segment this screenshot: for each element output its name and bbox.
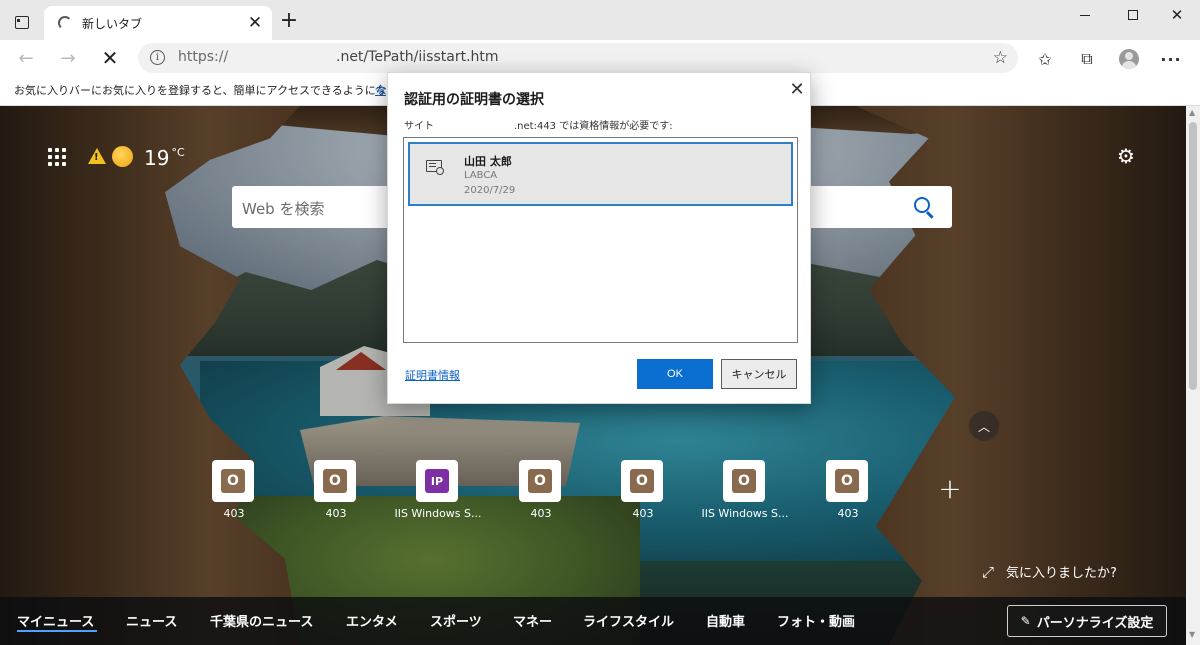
- news-navigation: マイニュース ニュース 千葉県のニュース エンタメ スポーツ マネー ライフスタ…: [0, 597, 1186, 645]
- weather-sunny-icon[interactable]: [112, 146, 133, 167]
- site-info-icon[interactable]: i: [150, 50, 165, 65]
- scroll-up-arrow-icon[interactable]: ▲: [1189, 108, 1195, 117]
- personalize-label: パーソナライズ設定: [1036, 615, 1154, 631]
- loading-spinner-icon: [58, 16, 72, 30]
- window-maximize-button[interactable]: [1110, 0, 1156, 30]
- news-tab[interactable]: フォト・動画: [777, 611, 855, 630]
- certificate-item[interactable]: 山田 太郎 LABCA 2020/7/29: [408, 142, 793, 206]
- profile-avatar[interactable]: [1116, 46, 1142, 72]
- quick-link-tile[interactable]: O 403: [621, 460, 665, 522]
- certificate-issuer: LABCA: [464, 170, 498, 181]
- news-tab[interactable]: エンタメ: [346, 611, 398, 630]
- news-tab[interactable]: スポーツ: [430, 611, 482, 630]
- search-placeholder: Web を検索: [242, 200, 325, 218]
- ok-button[interactable]: OK: [637, 359, 713, 389]
- new-tab-plus-icon[interactable]: +: [278, 10, 300, 33]
- tile-letter-icon: O: [732, 469, 756, 493]
- add-favorite-star-icon[interactable]: ☆: [993, 48, 1008, 68]
- feedback-prompt[interactable]: ⤢ 気に入りましたか?: [982, 562, 1117, 582]
- dialog-site-label: サイト: [404, 121, 434, 132]
- feedback-text: 気に入りましたか?: [1006, 566, 1117, 581]
- cancel-button[interactable]: キャンセル: [721, 359, 797, 389]
- chevron-up-icon[interactable]: ︿: [969, 411, 999, 441]
- news-tab[interactable]: 自動車: [706, 611, 745, 630]
- tile-letter-icon: O: [323, 469, 347, 493]
- pencil-icon: ✎: [1020, 614, 1031, 628]
- tile-label: 403: [837, 507, 859, 520]
- window-minimize-button[interactable]: [1062, 0, 1108, 30]
- certificate-selection-dialog: 認証用の証明書の選択 ✕ サイト .net:443 では資格情報が必要です: 山…: [387, 72, 811, 404]
- tile-letter-icon: O: [528, 469, 552, 493]
- weather-warning-mark: !: [94, 152, 99, 163]
- certificate-icon: [426, 160, 444, 175]
- tile-letter-icon: IP: [425, 469, 449, 493]
- scroll-thumb[interactable]: [1189, 122, 1197, 390]
- tab-new-tab[interactable]: 新しいタブ ✕: [44, 6, 272, 40]
- page-scrollbar[interactable]: ▲ ▼: [1186, 106, 1200, 645]
- toolbar: ← → ✕ i https:// .net/TePath/iisstart.ht…: [0, 40, 1200, 76]
- add-quick-link-plus-icon[interactable]: +: [936, 475, 964, 504]
- tab-close-icon[interactable]: ✕: [246, 14, 264, 32]
- quick-link-tile[interactable]: O 403: [826, 460, 870, 522]
- quick-link-tile[interactable]: O 403: [212, 460, 256, 522]
- tab-title: 新しいタブ: [82, 16, 143, 31]
- more-menu-icon[interactable]: ···: [1158, 46, 1184, 72]
- quick-link-tile[interactable]: O 403: [519, 460, 563, 522]
- address-bar[interactable]: i https:// .net/TePath/iisstart.htm ☆: [138, 43, 1018, 73]
- window-close-button[interactable]: ✕: [1154, 0, 1200, 30]
- news-tab[interactable]: マイニュース: [17, 611, 94, 630]
- news-tab[interactable]: ニュース: [126, 611, 177, 630]
- certificate-info-link[interactable]: 証明書情報: [405, 367, 460, 383]
- quick-links: O 403 O 403 IP IIS Windows S... O 403 O …: [212, 460, 972, 522]
- dialog-title: 認証用の証明書の選択: [404, 92, 544, 108]
- news-tab[interactable]: ライフスタイル: [583, 611, 674, 630]
- forward-arrow-icon[interactable]: →: [54, 44, 82, 72]
- apps-grid-icon[interactable]: [48, 148, 66, 166]
- back-arrow-icon[interactable]: ←: [12, 44, 40, 72]
- url-path: .net/TePath/iisstart.htm: [336, 49, 499, 65]
- quick-link-tile[interactable]: O IIS Windows S...: [701, 460, 789, 522]
- quick-link-tile[interactable]: O 403: [314, 460, 358, 522]
- stop-loading-icon[interactable]: ✕: [96, 44, 124, 72]
- active-tab-indicator: [17, 630, 97, 632]
- favorites-bar-link[interactable]: 今: [375, 82, 386, 98]
- tile-letter-icon: O: [835, 469, 859, 493]
- scroll-down-arrow-icon[interactable]: ▼: [1189, 630, 1195, 639]
- page-settings-gear-icon[interactable]: ⚙: [1116, 146, 1136, 166]
- news-tab[interactable]: 千葉県のニュース: [210, 611, 313, 630]
- certificate-list[interactable]: 山田 太郎 LABCA 2020/7/29: [403, 137, 798, 343]
- tile-letter-icon: O: [221, 469, 245, 493]
- dialog-close-icon[interactable]: ✕: [786, 79, 808, 101]
- certificate-date: 2020/7/29: [464, 185, 516, 196]
- search-icon[interactable]: [914, 197, 930, 213]
- expand-arrows-icon: ⤢: [982, 562, 995, 581]
- collections-icon[interactable]: ⧉: [1074, 46, 1100, 72]
- quick-link-tile[interactable]: IP IIS Windows S...: [394, 460, 482, 522]
- favorites-star-icon[interactable]: ✩: [1032, 46, 1058, 72]
- tile-letter-icon: O: [630, 469, 654, 493]
- tab-actions-icon[interactable]: [8, 10, 36, 34]
- favorites-bar-message: お気に入りバーにお気に入りを登録すると、簡単にアクセスできるようになります。: [14, 84, 430, 97]
- dialog-site-message: .net:443 では資格情報が必要です:: [514, 121, 673, 132]
- certificate-name: 山田 太郎: [464, 155, 512, 168]
- weather-unit: °C: [171, 146, 185, 159]
- tab-strip: 新しいタブ ✕ + ✕: [0, 0, 1200, 40]
- weather-temperature[interactable]: 19 °C: [144, 146, 185, 170]
- url-scheme: https://: [178, 49, 229, 65]
- news-tab[interactable]: マネー: [513, 611, 552, 630]
- personalize-button[interactable]: ✎ パーソナライズ設定: [1007, 605, 1167, 637]
